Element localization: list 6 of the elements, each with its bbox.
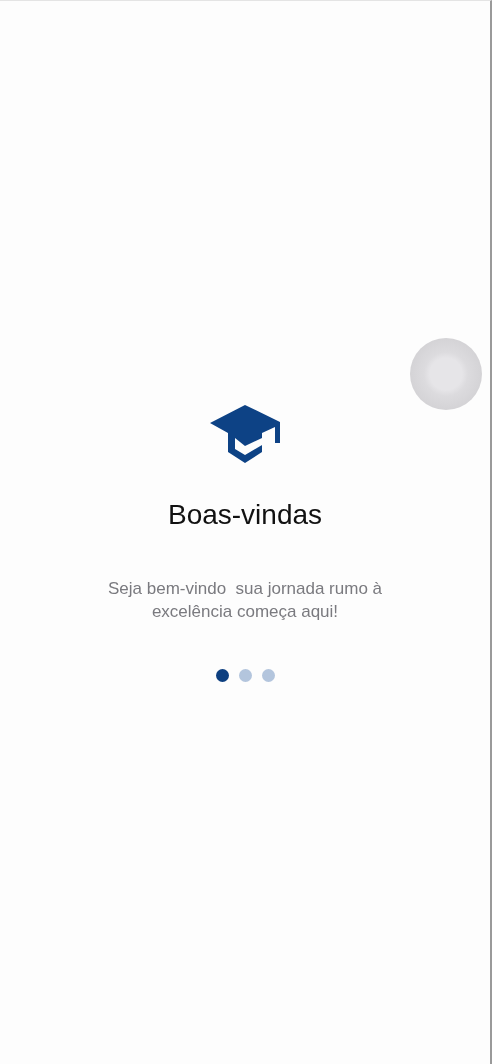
page-indicator-dot[interactable] <box>238 669 252 682</box>
welcome-description: Seja bem-vindo sua jornada rumo à excelência começa aqui! <box>106 578 383 623</box>
page-indicator-dot[interactable] <box>215 669 229 682</box>
page-indicator-dot[interactable] <box>261 669 275 682</box>
graduation-cap-icon <box>209 405 281 465</box>
welcome-title: Boas-vindas <box>167 499 323 531</box>
